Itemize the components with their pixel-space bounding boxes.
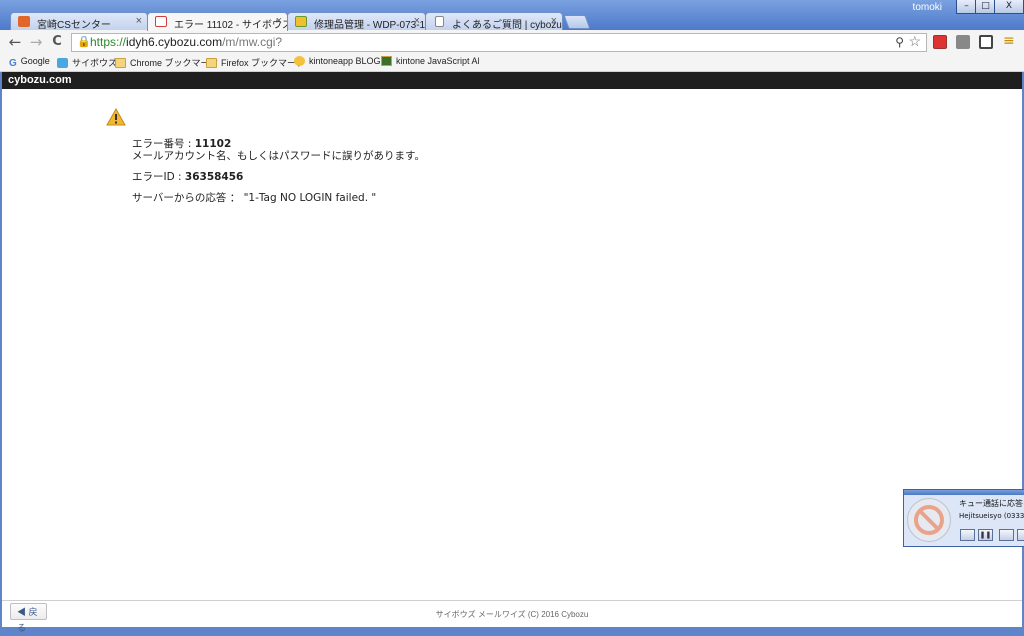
minimize-button[interactable]: – <box>956 0 977 14</box>
back-arrow-icon[interactable]: ← <box>6 33 24 51</box>
kintone-icon <box>381 56 392 66</box>
profile-name[interactable]: tomoki <box>913 2 942 13</box>
error-id: 36358456 <box>184 171 244 183</box>
notification-caller: Hejitsueisyo (0333 <box>959 512 1024 520</box>
kintoneapp-icon <box>294 56 305 66</box>
folder-icon <box>206 58 217 68</box>
url-scheme: https:// <box>90 35 127 49</box>
google-icon: G <box>9 58 17 69</box>
forward-arrow-icon[interactable]: → <box>27 33 45 51</box>
tab-error[interactable]: エラー 11102 - サイボウズ(R × <box>147 12 288 31</box>
tab-label: エラー 11102 - サイボウズ(R <box>174 20 287 31</box>
zoom-icon[interactable]: ⚲ <box>895 34 904 51</box>
chrome-menu-icon[interactable]: ≡ <box>1003 34 1015 48</box>
more-icon[interactable] <box>1017 529 1024 541</box>
lock-icon: 🔒 <box>77 36 91 48</box>
reload-icon[interactable]: C <box>48 33 66 51</box>
browser-toolbar: ← → C 🔒 https://idyh6.cybozu.com/m/mw.cg… <box>0 30 1024 54</box>
notification-titlebar <box>904 490 1024 495</box>
error-id-line: エラーID : 36358456 <box>132 171 425 183</box>
tab-repair-management[interactable]: 修理品管理 - WDP-073-1( × <box>287 12 426 30</box>
copyright-text: サイボウズ メールワイズ (C) 2016 Cybozu <box>435 610 589 619</box>
phone-hangup-icon[interactable] <box>960 529 975 541</box>
bookmark-google[interactable]: G Google <box>9 56 50 69</box>
close-tab-icon[interactable]: × <box>136 15 142 27</box>
warning-icon <box>106 108 126 126</box>
url-path: /m/mw.cgi? <box>222 35 283 49</box>
tab-label: 修理品管理 - WDP-073-1( <box>314 20 426 30</box>
url-host: idyh6.cybozu.com <box>126 35 223 49</box>
extension-page-icon[interactable] <box>979 35 993 49</box>
tab-label: 宮崎CSセンター <box>37 20 111 30</box>
page-footer: ◀ 戻る サイボウズ メールワイズ (C) 2016 Cybozu <box>2 600 1022 633</box>
folder-icon <box>115 58 126 68</box>
extension-badge-icon[interactable] <box>933 35 947 49</box>
notification-title: キュー通話に応答し <box>959 499 1024 508</box>
error-number: 11102 <box>194 138 232 150</box>
transfer-icon[interactable] <box>999 529 1014 541</box>
bookmark-label: Firefox ブックマーク <box>221 58 306 68</box>
title-bar: tomoki – □ X 宮崎CSセンター × エラー 11102 - サイボウ… <box>0 0 1024 31</box>
bookmark-label: Google <box>20 56 50 66</box>
close-tab-icon[interactable]: × <box>551 15 557 27</box>
bookmark-firefox-folder[interactable]: Firefox ブックマーク <box>206 56 305 69</box>
error-id-label: エラーID : <box>132 171 185 183</box>
page-favicon-icon <box>435 16 444 27</box>
cybozu-icon <box>57 58 68 68</box>
bookmark-kintoneapp-blog[interactable]: kintoneapp BLOG <box>294 56 381 66</box>
error-number-line: エラー番号 : 11102 <box>132 138 425 150</box>
error-message: メールアカウント名、もしくはパスワードに誤りがあります。 <box>132 150 425 162</box>
close-tab-icon[interactable]: × <box>414 15 420 27</box>
call-notification-popup[interactable]: キュー通話に応答し Hejitsueisyo (0333 ❚❚ <box>903 489 1024 547</box>
tab-miyazaki-cs[interactable]: 宮崎CSセンター × <box>10 12 148 30</box>
url-text: https://idyh6.cybozu.com/m/mw.cgi? <box>90 34 282 51</box>
bookmark-star-icon[interactable]: ☆ <box>908 33 921 50</box>
site-header: cybozu.com <box>2 72 1022 89</box>
bookmark-label: kintone JavaScript API <box>396 56 479 66</box>
error-details: エラー番号 : 11102 メールアカウント名、もしくはパスワードに誤りがありま… <box>132 138 425 204</box>
cybozu-favicon-icon <box>18 16 30 27</box>
caller-avatar-icon <box>907 498 951 542</box>
server-response: サーバーからの応答 ： "1-Tag NO LOGIN failed. " <box>132 192 377 204</box>
tab-faq[interactable]: よくあるご質問 | cybozu.com × <box>425 12 563 30</box>
bookmark-label: サイボウズ <box>72 58 118 68</box>
close-window-button[interactable]: X <box>994 0 1024 14</box>
mail-favicon-icon <box>155 16 167 27</box>
close-tab-icon[interactable]: × <box>276 15 282 27</box>
kintone-favicon-icon <box>295 16 307 27</box>
bookmark-cybozu[interactable]: サイボウズ <box>57 56 117 69</box>
maximize-button[interactable]: □ <box>975 0 996 14</box>
page-content: cybozu.com エラー番号 : 11102 メールアカウント名、もしくはパ… <box>2 72 1022 633</box>
bookmark-kintone-js-api[interactable]: kintone JavaScript API <box>381 56 479 66</box>
error-number-label: エラー番号 : <box>132 138 195 150</box>
tab-label: よくあるご質問 | cybozu.com <box>452 20 562 30</box>
bookmark-label: kintoneapp BLOG <box>309 56 381 66</box>
pause-icon[interactable]: ❚❚ <box>978 529 993 541</box>
address-bar[interactable]: 🔒 https://idyh6.cybozu.com/m/mw.cgi? ⚲ ☆ <box>71 33 927 52</box>
extension-puzzle-icon[interactable] <box>956 35 970 49</box>
new-tab-button[interactable] <box>563 15 591 29</box>
no-photo-icon <box>914 505 944 535</box>
bookmarks-bar: G Google サイボウズ Chrome ブックマーク Firefox ブックマ… <box>0 54 1024 72</box>
bookmark-chrome-folder[interactable]: Chrome ブックマーク <box>115 56 219 69</box>
